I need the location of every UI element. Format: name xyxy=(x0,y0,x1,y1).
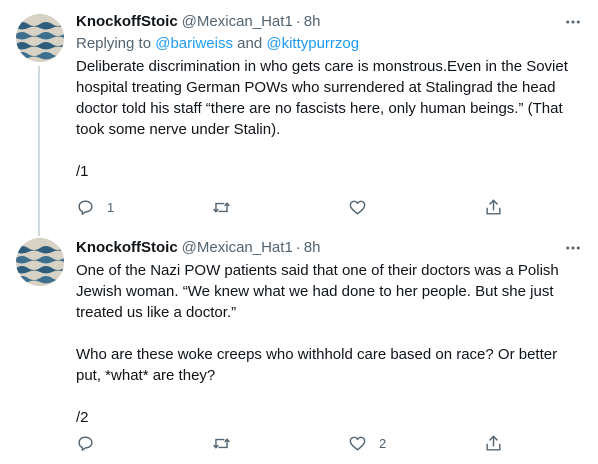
replying-to-prefix: Replying to xyxy=(76,35,156,52)
replying-to: Replying to @bariweiss and @kittypurrzog xyxy=(76,34,582,54)
timestamp[interactable]: 8h xyxy=(304,238,321,258)
tweet-content: KnockoffStoic @Mexican_Hat1 · 8h Replyin… xyxy=(76,12,582,182)
tweet-actions: 2 xyxy=(76,432,506,454)
more-button[interactable] xyxy=(552,12,582,32)
tweet-actions: 1 xyxy=(76,196,506,218)
heart-icon xyxy=(349,200,366,215)
reply-button[interactable] xyxy=(76,434,116,453)
retweet-icon xyxy=(213,437,230,449)
replying-to-and: and xyxy=(232,35,267,52)
thread-line xyxy=(38,66,40,236)
heart-icon xyxy=(349,436,366,451)
display-name[interactable]: KnockoffStoic xyxy=(76,12,178,32)
share-button[interactable] xyxy=(484,434,506,453)
avatar[interactable] xyxy=(16,14,64,62)
more-button[interactable] xyxy=(552,238,582,258)
share-button[interactable] xyxy=(484,198,506,217)
like-button[interactable]: 2 xyxy=(348,434,388,453)
tweet-text: Deliberate discrimination in who gets ca… xyxy=(76,58,568,180)
reply-count: 1 xyxy=(107,199,115,215)
reply-icon xyxy=(78,435,93,451)
reply-button[interactable]: 1 xyxy=(76,198,116,217)
tweet-header: KnockoffStoic @Mexican_Hat1 · 8h xyxy=(76,12,582,32)
tweet-text: One of the Nazi POW patients said that o… xyxy=(76,262,559,426)
like-button[interactable] xyxy=(348,198,388,217)
avatar-image xyxy=(16,238,64,286)
user-handle[interactable]: @Mexican_Hat1 xyxy=(182,238,293,258)
tweet-header: KnockoffStoic @Mexican_Hat1 · 8h xyxy=(76,238,582,258)
retweet-button[interactable] xyxy=(212,434,252,453)
tweet[interactable]: KnockoffStoic @Mexican_Hat1 · 8h One of … xyxy=(0,228,598,464)
separator-dot: · xyxy=(295,13,301,30)
share-icon xyxy=(486,435,501,451)
display-name[interactable]: KnockoffStoic xyxy=(76,238,178,258)
tweet[interactable]: KnockoffStoic @Mexican_Hat1 · 8h Replyin… xyxy=(0,0,598,236)
timestamp[interactable]: 8h xyxy=(304,12,321,32)
retweet-icon xyxy=(213,201,230,213)
mention-link[interactable]: @kittypurrzog xyxy=(266,35,359,52)
more-horizontal-icon xyxy=(566,20,580,24)
more-horizontal-icon xyxy=(566,246,580,250)
like-count: 2 xyxy=(379,435,387,451)
avatar[interactable] xyxy=(16,238,64,286)
separator-dot: · xyxy=(295,239,301,256)
tweet-content: KnockoffStoic @Mexican_Hat1 · 8h One of … xyxy=(76,238,582,428)
retweet-button[interactable] xyxy=(212,198,252,217)
share-icon xyxy=(486,199,501,215)
mention-link[interactable]: @bariweiss xyxy=(155,35,233,52)
user-handle[interactable]: @Mexican_Hat1 xyxy=(182,12,293,32)
reply-icon xyxy=(78,199,93,215)
avatar-image xyxy=(16,14,64,62)
